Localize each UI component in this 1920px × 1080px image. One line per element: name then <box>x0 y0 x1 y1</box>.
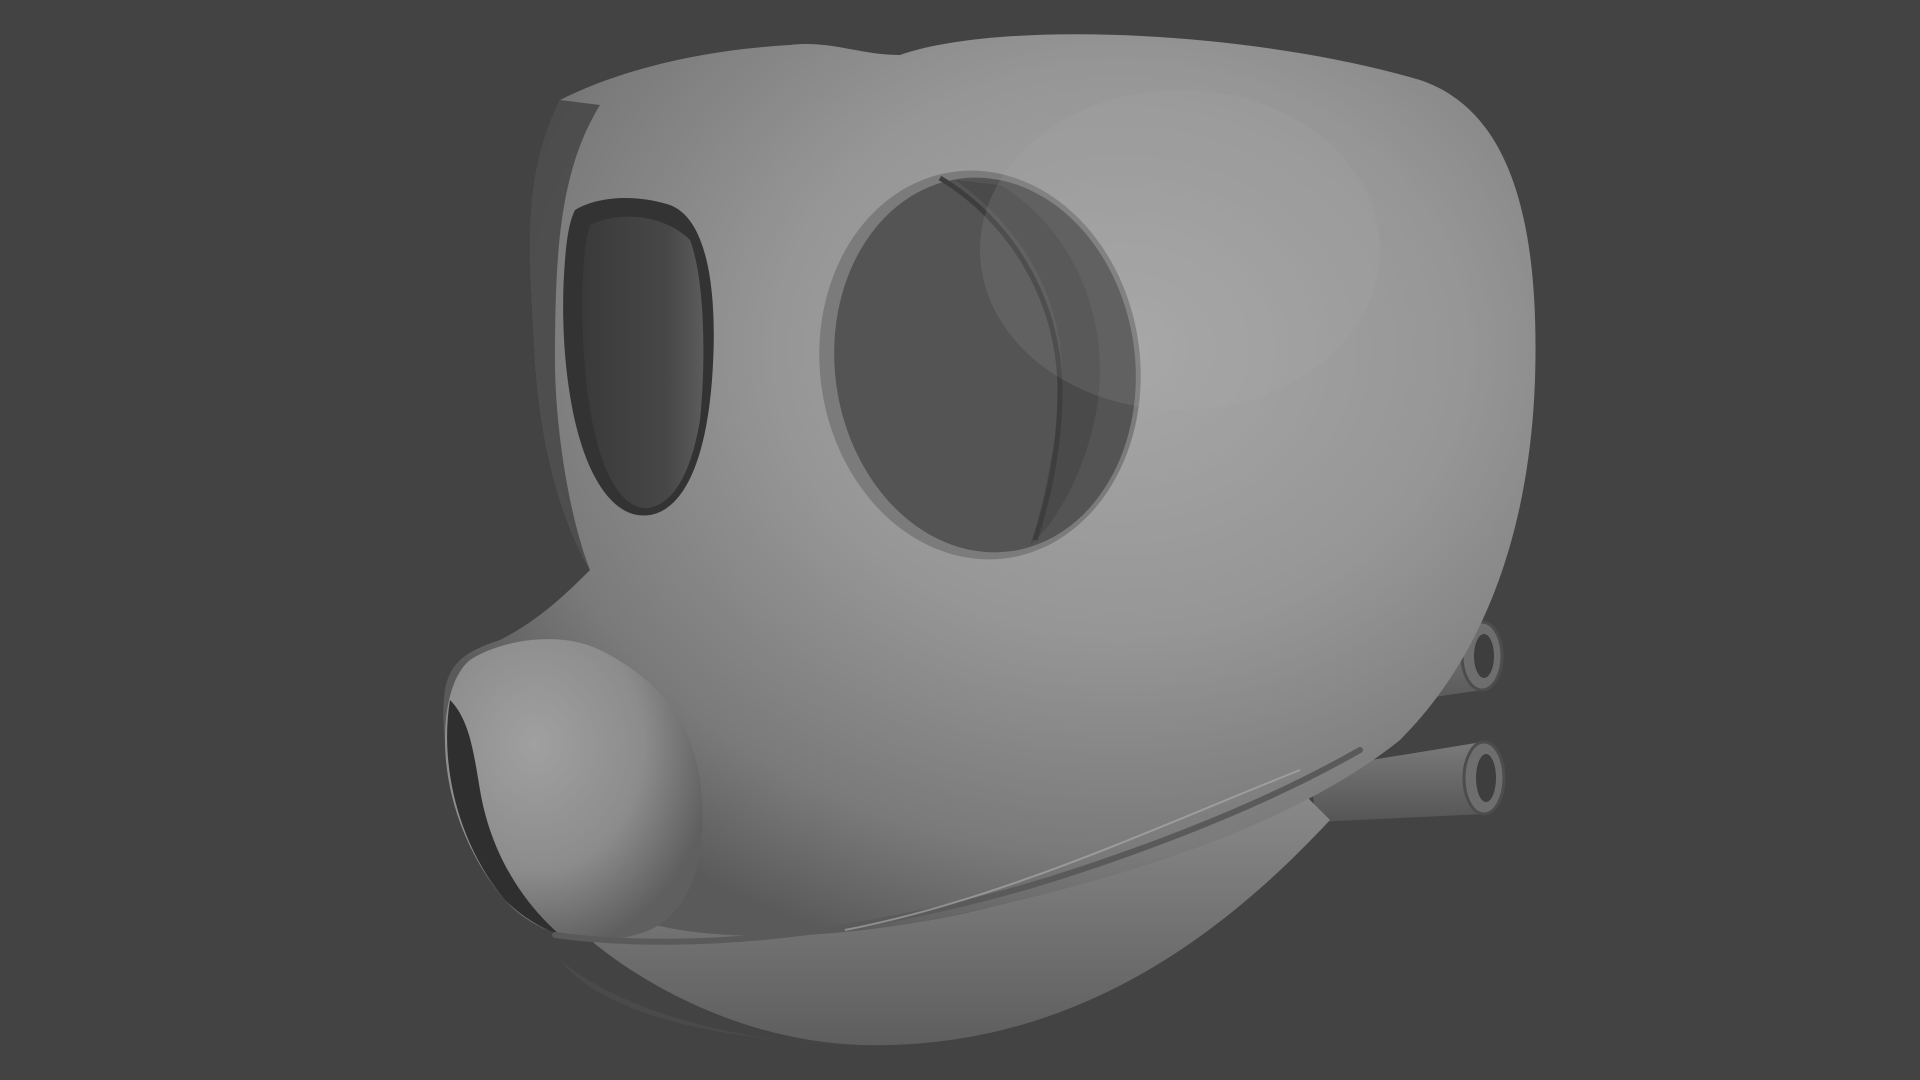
model-render[interactable] <box>0 0 1920 1080</box>
3d-viewport[interactable] <box>0 0 1920 1080</box>
